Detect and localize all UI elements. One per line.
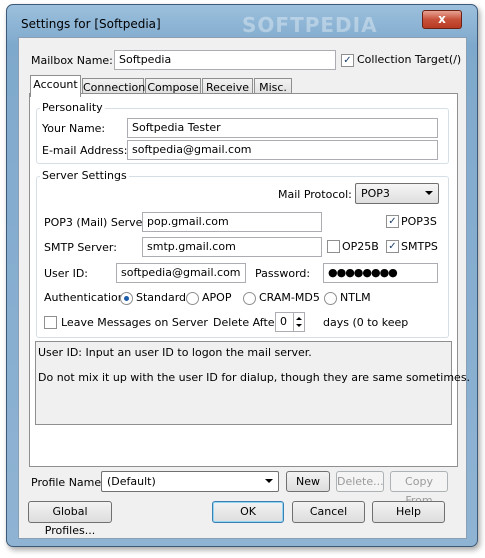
email-address-input[interactable]: softpedia@gmail.com	[127, 140, 438, 160]
leave-messages-label: Leave Messages on Server	[61, 316, 208, 329]
chevron-down-icon	[425, 191, 433, 195]
mail-protocol-value: POP3	[361, 187, 390, 200]
chevron-down-icon	[265, 479, 273, 483]
delete-profile-button[interactable]: Delete...	[336, 471, 384, 492]
close-icon: x	[438, 12, 446, 26]
personality-group-title: Personality	[40, 101, 105, 114]
dialog-client: Mailbox Name: Softpedia ✓ Collection Tar…	[18, 37, 470, 539]
global-profiles-button[interactable]: Global Profiles...	[28, 501, 112, 537]
smtps-label: SMTPS	[401, 240, 438, 253]
smtps-checkbox[interactable]: ✓	[386, 240, 399, 253]
new-profile-button[interactable]: New	[286, 471, 330, 492]
your-name-input[interactable]: Softpedia Tester	[127, 118, 438, 138]
watermark: SOFTPEDIA	[242, 13, 378, 37]
auth-ntlm-radio[interactable]	[324, 292, 337, 305]
info-line-1: User ID: Input an user ID to logon the m…	[38, 346, 312, 359]
cancel-button[interactable]: Cancel	[292, 501, 365, 523]
help-button[interactable]: Help	[372, 501, 445, 523]
tab-account[interactable]: Account	[30, 75, 81, 97]
delete-after-input[interactable]: 0	[275, 312, 305, 332]
user-id-input[interactable]: softpedia@gmail.com	[116, 263, 246, 283]
close-button[interactable]: x	[422, 10, 462, 29]
ok-button[interactable]: OK	[212, 501, 284, 523]
auth-apop-radio[interactable]	[186, 292, 199, 305]
collection-target-checkbox[interactable]: ✓	[341, 54, 354, 67]
op25b-checkbox[interactable]	[327, 240, 340, 253]
auth-cram-md5-label: CRAM-MD5	[259, 291, 320, 304]
spin-down-icon	[296, 324, 302, 327]
server-settings-group-title: Server Settings	[40, 169, 129, 182]
profile-name-value: (Default)	[107, 475, 156, 488]
user-id-label: User ID:	[44, 267, 88, 280]
mailbox-name-label: Mailbox Name:	[31, 54, 113, 67]
auth-ntlm-label: NTLM	[340, 291, 371, 304]
pop3-server-label: POP3 (Mail) Server:	[44, 216, 151, 229]
delete-after-spinner[interactable]	[293, 313, 304, 331]
smtp-server-input[interactable]: smtp.gmail.com	[142, 237, 322, 257]
smtp-server-label: SMTP Server:	[44, 241, 117, 254]
mail-protocol-label: Mail Protocol:	[278, 188, 352, 201]
your-name-label: Your Name:	[42, 122, 106, 135]
leave-messages-checkbox[interactable]	[44, 316, 57, 329]
authentication-label: Authentication:	[44, 291, 129, 304]
info-line-2: Do not mix it up with the user ID for di…	[38, 371, 471, 384]
pop3-server-input[interactable]: pop.gmail.com	[142, 212, 322, 232]
help-info-box: User ID: Input an user ID to logon the m…	[35, 341, 470, 425]
mail-protocol-select[interactable]: POP3	[355, 183, 439, 204]
auth-standard-label: Standard	[136, 291, 187, 304]
auth-apop-label: APOP	[202, 291, 232, 304]
delete-after-label: Delete After:	[213, 316, 283, 329]
profile-name-select[interactable]: (Default)	[101, 471, 279, 492]
collection-target-label: Collection Target(/)	[357, 53, 462, 66]
password-label: Password:	[255, 267, 311, 280]
spin-up-icon	[296, 317, 302, 320]
mailbox-name-input[interactable]: Softpedia	[114, 50, 336, 70]
pop3s-label: POP3S	[401, 215, 437, 228]
op25b-label: OP25B	[342, 240, 379, 253]
window-title: Settings for [Softpedia]	[21, 17, 161, 31]
profile-name-label: Profile Name:	[31, 476, 105, 489]
email-address-label: E-mail Address:	[42, 144, 128, 157]
password-input[interactable]: ●●●●●●●●	[323, 263, 438, 283]
auth-standard-radio[interactable]	[120, 292, 133, 305]
auth-cram-md5-radio[interactable]	[243, 292, 256, 305]
copy-from-button[interactable]: Copy From	[390, 471, 448, 507]
pop3s-checkbox[interactable]: ✓	[386, 215, 399, 228]
delete-after-value: 0	[280, 315, 287, 328]
days-label: days (0 to keep	[323, 316, 409, 329]
